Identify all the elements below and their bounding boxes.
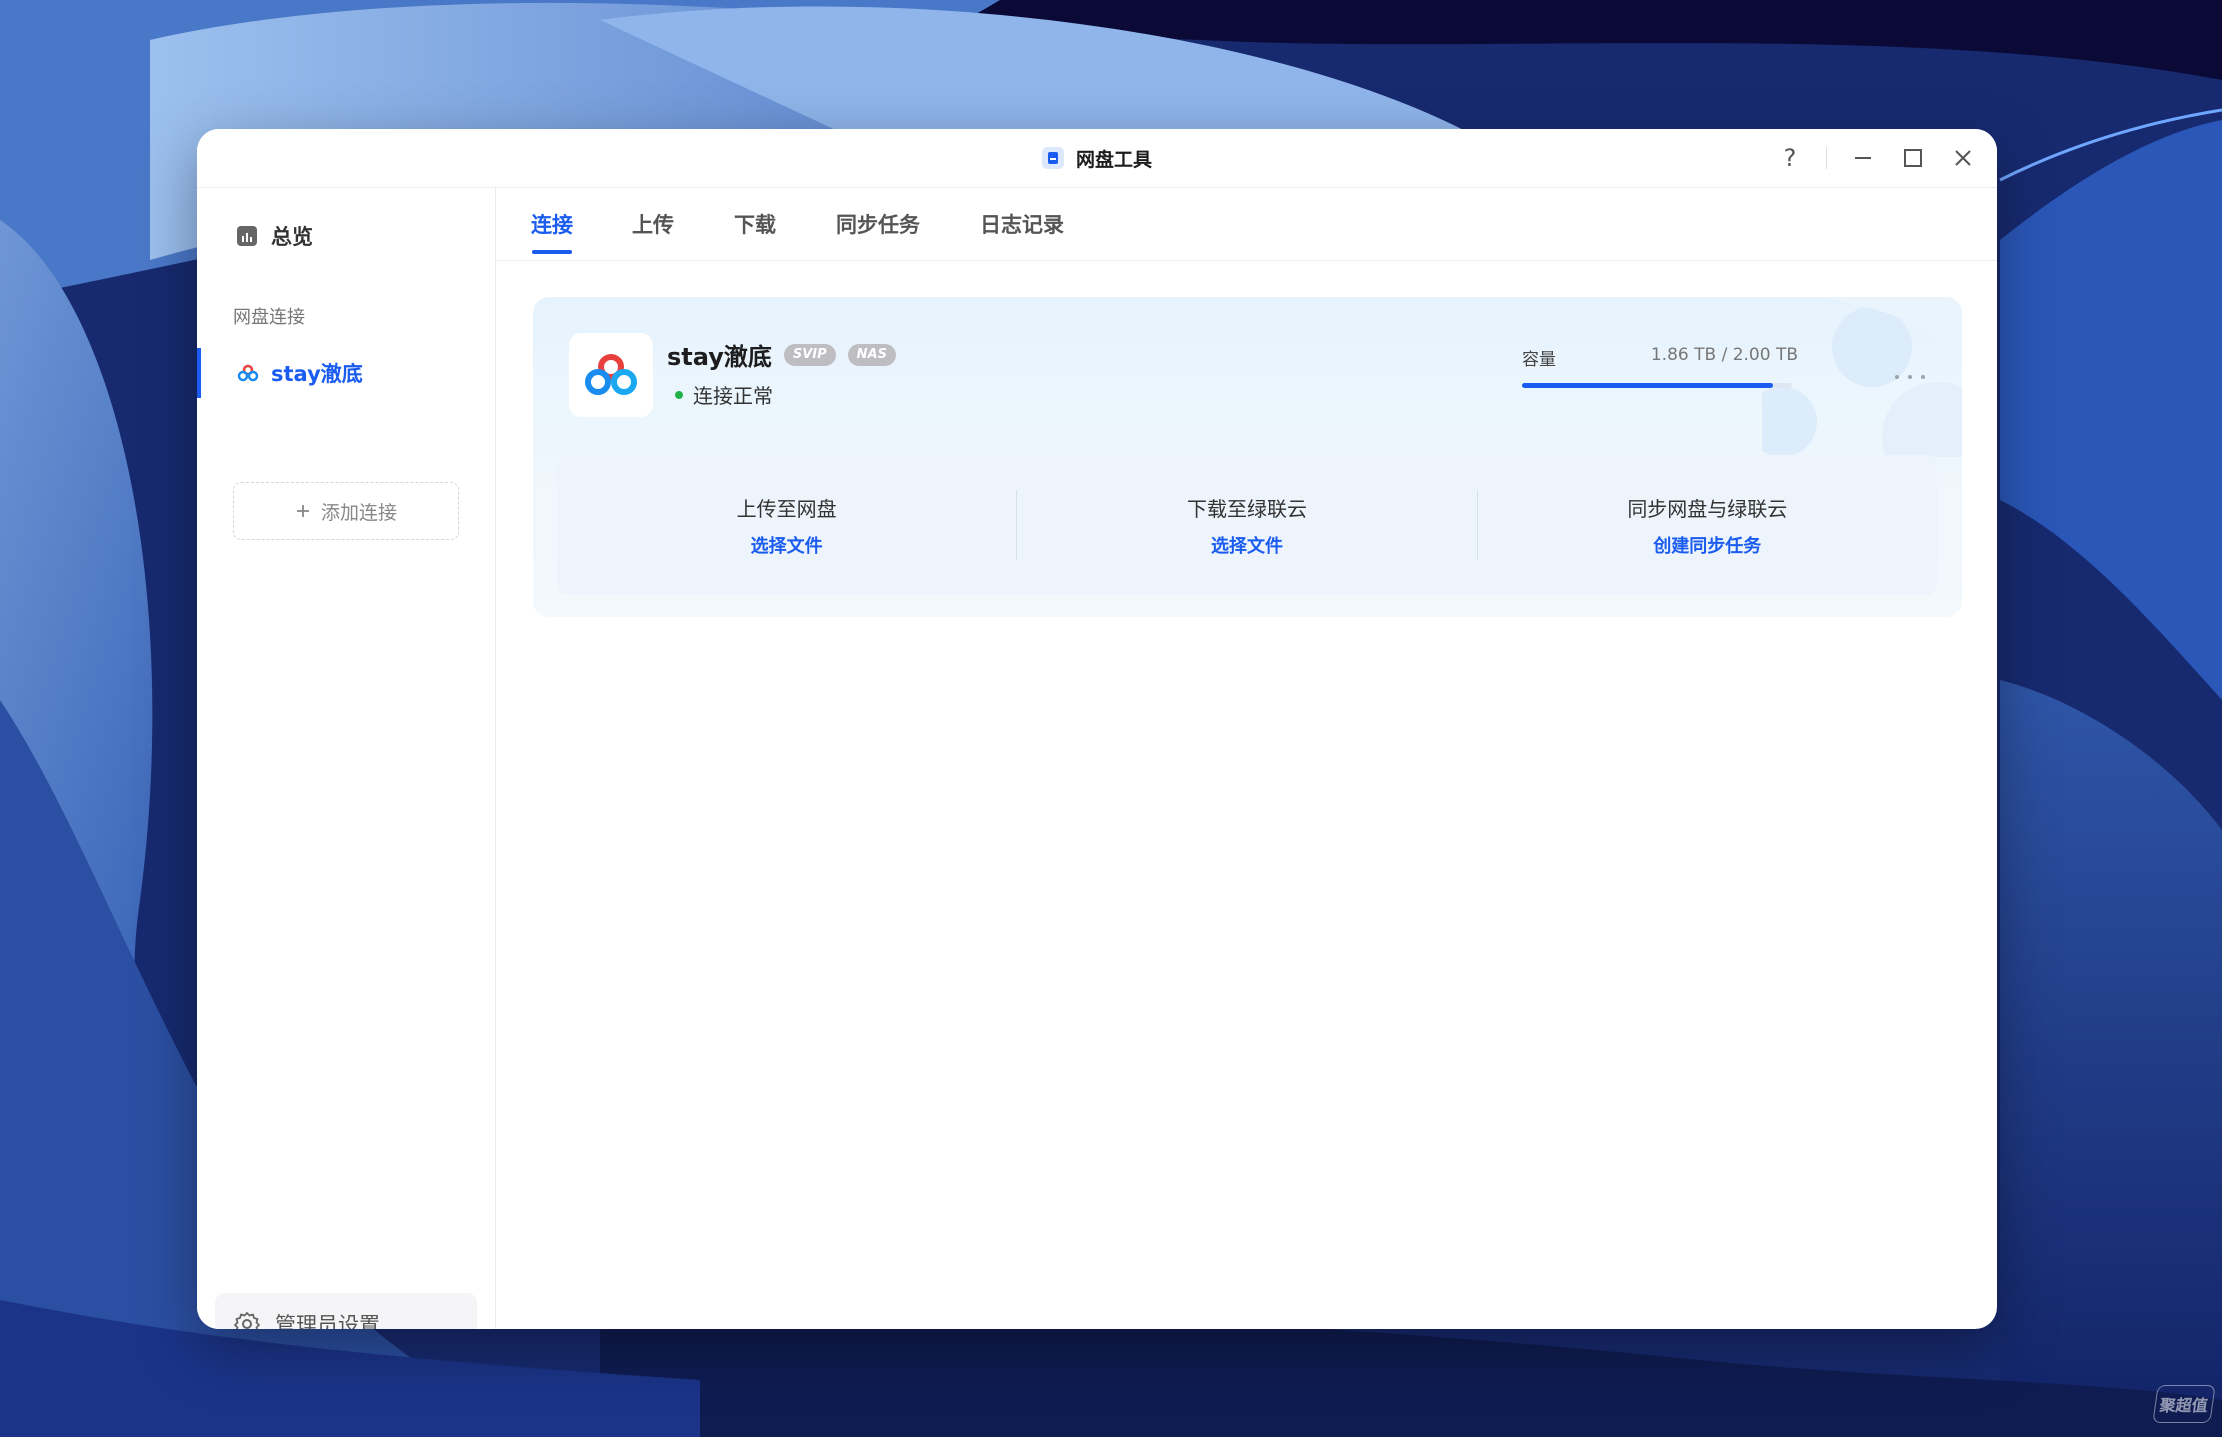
tab-sync-tasks[interactable]: 同步任务 [836, 188, 920, 260]
close-icon [1955, 150, 1971, 166]
card-decoration [1762, 297, 1962, 457]
sidebar-item-label: stay澈底 [271, 362, 363, 386]
capacity-bar-fill [1522, 383, 1774, 388]
select-file-download-link[interactable]: 选择文件 [1211, 532, 1283, 558]
more-options-button[interactable] [1895, 367, 1925, 387]
app-window: 网盘工具 ? 总览 网盘连接 stay澈底 添加连接 管理员设置 连接 上传 下… [197, 129, 1997, 1329]
cloud-drive-app-icon [1041, 147, 1064, 169]
action-title: 下载至绿联云 [1186, 496, 1307, 521]
window-controls: ? [1776, 129, 1977, 187]
connection-header: stay澈底 SVIP NAS [667, 337, 896, 372]
minimize-icon [1855, 157, 1871, 159]
baidu-netdisk-icon [237, 364, 259, 382]
action-download: 下载至绿联云 选择文件 [1017, 455, 1476, 595]
action-title: 同步网盘与绿联云 [1627, 496, 1788, 521]
sidebar-item-label: 总览 [271, 225, 313, 249]
baidu-netdisk-logo [569, 333, 653, 417]
nas-badge: NAS [847, 343, 896, 366]
sidebar-section-label: 网盘连接 [233, 307, 305, 328]
connection-card: stay澈底 SVIP NAS 连接正常 容量 1.86 TB / 2.00 T… [533, 297, 1962, 617]
capacity-bar [1522, 383, 1792, 388]
action-title: 上传至网盘 [736, 496, 837, 521]
tab-connect[interactable]: 连接 [531, 188, 573, 260]
action-upload: 上传至网盘 选择文件 [557, 455, 1016, 595]
tab-upload[interactable]: 上传 [632, 188, 674, 260]
maximize-icon [1904, 149, 1922, 167]
control-separator [1826, 147, 1827, 169]
tab-logs[interactable]: 日志记录 [980, 188, 1064, 260]
window-title: 网盘工具 [197, 129, 1997, 187]
plus-icon [296, 505, 309, 517]
more-dot [1895, 375, 1899, 379]
capacity-value: 1.86 TB / 2.00 TB [1650, 345, 1798, 365]
admin-settings-button[interactable]: 管理员设置 [215, 1293, 477, 1329]
add-connection-button[interactable]: 添加连接 [233, 482, 459, 540]
sidebar: 总览 网盘连接 stay澈底 添加连接 管理员设置 [197, 188, 496, 1329]
connection-status: 连接正常 [675, 380, 773, 409]
sidebar-item-connection[interactable]: stay澈底 [197, 348, 495, 398]
create-sync-task-link[interactable]: 创建同步任务 [1653, 532, 1761, 558]
connection-name: stay澈底 [667, 343, 772, 371]
select-file-upload-link[interactable]: 选择文件 [751, 532, 823, 558]
sidebar-item-overview[interactable]: 总览 [237, 221, 313, 251]
capacity-label: 容量 [1522, 350, 1556, 370]
overview-icon [237, 226, 257, 246]
tab-bar: 连接 上传 下载 同步任务 日志记录 [495, 188, 1997, 261]
window-title-text: 网盘工具 [1075, 148, 1152, 171]
close-button[interactable] [1949, 144, 1977, 172]
more-dot [1921, 375, 1925, 379]
maximize-button[interactable] [1899, 144, 1927, 172]
quick-actions: 上传至网盘 选择文件 下载至绿联云 选择文件 同步网盘与绿联云 创建同步任务 [557, 455, 1937, 595]
admin-settings-label: 管理员设置 [275, 1313, 380, 1329]
baidu-netdisk-icon [585, 354, 637, 395]
minimize-button[interactable] [1849, 144, 1877, 172]
status-text: 连接正常 [693, 384, 773, 408]
tab-download[interactable]: 下载 [734, 188, 776, 260]
svip-badge: SVIP [783, 343, 836, 366]
title-bar: 网盘工具 ? [197, 129, 1997, 188]
status-dot [675, 390, 683, 399]
help-button[interactable]: ? [1776, 144, 1804, 172]
more-dot [1908, 375, 1912, 379]
action-sync: 同步网盘与绿联云 创建同步任务 [1478, 455, 1937, 595]
watermark-logo: 聚超值 [2152, 1385, 2216, 1423]
add-connection-label: 添加连接 [320, 501, 397, 524]
active-indicator [197, 348, 201, 398]
gear-icon [234, 1312, 260, 1329]
